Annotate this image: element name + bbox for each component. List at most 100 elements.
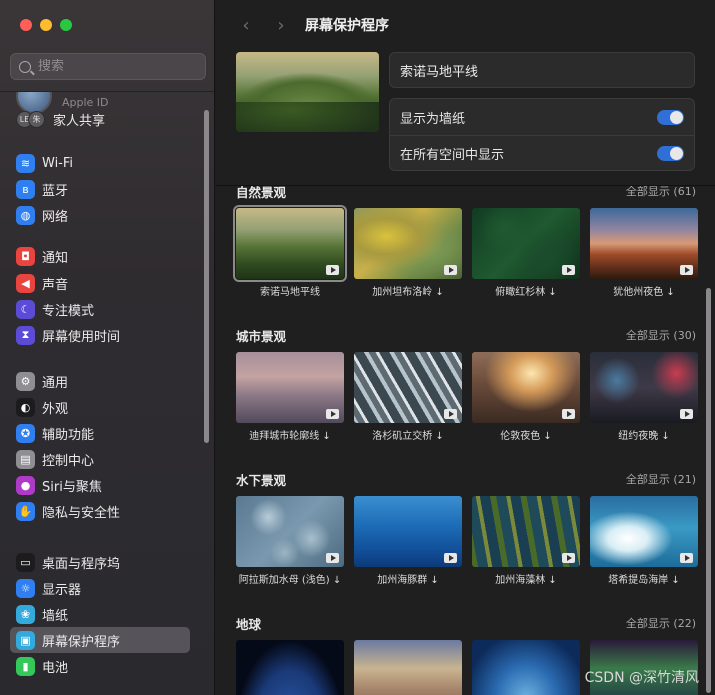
control-center-icon: ▤ bbox=[16, 449, 35, 469]
selected-screensaver-name: 索诺马地平线 bbox=[389, 52, 695, 88]
sidebar-item-speaker[interactable]: ◀ 声音 bbox=[10, 270, 190, 296]
sidebar-item-moon[interactable]: ☾ 专注模式 bbox=[10, 296, 190, 322]
sidebar-item-hourglass[interactable]: ⧗ 屏幕使用时间 bbox=[10, 322, 190, 348]
screensaver-tile[interactable]: 加州海豚群 ↓ bbox=[354, 496, 462, 586]
screensaver-thumbnail[interactable] bbox=[472, 496, 580, 567]
sidebar-item-screensaver[interactable]: ▣ 屏幕保护程序 bbox=[10, 627, 190, 653]
toolbar: ‹ › 屏幕保护程序 bbox=[216, 0, 715, 50]
screensaver-tile[interactable]: 塔希提岛海岸 ↓ bbox=[590, 496, 698, 586]
option-label: 在所有空间中显示 bbox=[400, 148, 505, 163]
sidebar-item-gear[interactable]: ⚙ 通用 bbox=[10, 368, 190, 394]
section-title: 自然景观 bbox=[236, 186, 287, 200]
screensaver-tile[interactable]: 阿拉斯加水母 (浅色) ↓ bbox=[236, 496, 344, 586]
show-as-wallpaper-toggle[interactable] bbox=[657, 109, 684, 125]
screensaver-caption: 加州海藻林 ↓ bbox=[495, 575, 557, 586]
screensaver-thumbnail[interactable] bbox=[590, 352, 698, 423]
option-label: 显示为墙纸 bbox=[400, 111, 466, 127]
show-all-button[interactable]: 全部显示 (61) bbox=[626, 186, 696, 199]
bell-icon: ◘ bbox=[16, 246, 35, 266]
zoom-window-button[interactable] bbox=[60, 19, 72, 31]
screensaver-thumbnail[interactable] bbox=[354, 352, 462, 423]
screensaver-tile[interactable]: 加州坦布洛岭 ↓ bbox=[354, 208, 462, 298]
sidebar-item-hand[interactable]: ✋ 隐私与安全性 bbox=[10, 498, 190, 524]
screensaver-tile[interactable]: 索诺马地平线 bbox=[233, 205, 347, 298]
play-icon bbox=[326, 265, 339, 275]
screensaver-thumbnail[interactable] bbox=[472, 208, 580, 279]
sidebar-item-siri[interactable]: ● Siri与聚焦 bbox=[10, 472, 190, 498]
bluetooth-icon: ʙ bbox=[16, 179, 35, 199]
chevron-left-icon[interactable]: ‹ bbox=[236, 15, 256, 36]
search-input[interactable] bbox=[38, 59, 188, 74]
screensaver-thumbnail[interactable] bbox=[233, 205, 347, 282]
screensaver-caption: 加州坦布洛岭 ↓ bbox=[372, 287, 444, 298]
screensaver-tile[interactable] bbox=[472, 640, 580, 695]
sidebar-item-label: 蓝牙 bbox=[42, 183, 69, 199]
sidebar-item-bell[interactable]: ◘ 通知 bbox=[10, 243, 190, 269]
screensaver-tile[interactable]: 伦敦夜色 ↓ bbox=[472, 352, 580, 442]
play-icon bbox=[444, 553, 457, 563]
sidebar-item-display[interactable]: ☼ 显示器 bbox=[10, 575, 190, 601]
sidebar-item-label: 屏幕保护程序 bbox=[42, 634, 121, 650]
show-all-button[interactable]: 全部显示 (21) bbox=[626, 471, 696, 487]
sidebar-item-control-center[interactable]: ▤ 控制中心 bbox=[10, 446, 190, 472]
screensaver-thumbnail[interactable] bbox=[236, 640, 344, 695]
main-scrollbar[interactable] bbox=[706, 288, 711, 693]
toggle-knob bbox=[670, 147, 683, 160]
chevron-right-icon[interactable]: › bbox=[271, 15, 291, 36]
section-header: 水下景观 全部显示 (21) bbox=[236, 470, 696, 488]
play-icon bbox=[326, 409, 339, 419]
sidebar-item-family-sharing[interactable]: LE 朱 家人共享 bbox=[10, 106, 190, 132]
sidebar-item-wallpaper[interactable]: ❀ 墙纸 bbox=[10, 601, 190, 627]
screensaver-thumbnail[interactable] bbox=[472, 352, 580, 423]
screensaver-caption: 洛杉矶立交桥 ↓ bbox=[372, 431, 444, 442]
play-icon bbox=[562, 409, 575, 419]
family-avatar: 朱 bbox=[28, 110, 45, 128]
screensaver-thumbnail[interactable] bbox=[590, 208, 698, 279]
sidebar-item-globe[interactable]: ◍ 网络 bbox=[10, 202, 190, 228]
sidebar-scrollbar[interactable] bbox=[204, 110, 209, 443]
screensaver-tile[interactable]: 犹他州夜色 ↓ bbox=[590, 208, 698, 298]
screensaver-tile[interactable] bbox=[354, 640, 462, 695]
sidebar-item-bluetooth[interactable]: ʙ 蓝牙 bbox=[10, 176, 190, 202]
sidebar-item-wifi[interactable]: ≋ Wi-Fi bbox=[10, 150, 190, 176]
toggle-knob bbox=[670, 110, 683, 124]
sidebar-item-label: 控制中心 bbox=[42, 453, 95, 469]
screensaver-tile[interactable]: 洛杉矶立交桥 ↓ bbox=[354, 352, 462, 442]
thumbnail-row: 迪拜城市轮廓线 ↓ 洛杉矶立交桥 ↓ 伦敦夜色 ↓ 纽约夜晚 ↓ bbox=[236, 352, 698, 442]
show-all-button[interactable]: 全部显示 (30) bbox=[626, 327, 696, 343]
play-icon bbox=[562, 553, 575, 563]
show-all-button[interactable]: 全部显示 (22) bbox=[626, 615, 696, 631]
screensaver-thumbnail[interactable] bbox=[354, 208, 462, 279]
page-title: 屏幕保护程序 bbox=[305, 18, 389, 34]
sidebar-item-dock[interactable]: ▭ 桌面与程序坞 bbox=[10, 549, 190, 575]
screensaver-tile[interactable]: 迪拜城市轮廓线 ↓ bbox=[236, 352, 344, 442]
close-window-button[interactable] bbox=[20, 19, 32, 31]
screensaver-thumbnail[interactable] bbox=[472, 640, 580, 695]
screensaver-thumbnail[interactable] bbox=[236, 352, 344, 423]
sidebar-item-appearance[interactable]: ◐ 外观 bbox=[10, 394, 190, 420]
screensaver-thumbnail[interactable] bbox=[354, 640, 462, 695]
sidebar-item-label: 辅助功能 bbox=[42, 427, 95, 443]
sidebar-item-label: 家人共享 bbox=[53, 113, 106, 129]
hourglass-icon: ⧗ bbox=[16, 325, 35, 345]
sidebar-item-battery[interactable]: ▮ 电池 bbox=[10, 653, 190, 679]
screensaver-thumbnail[interactable] bbox=[236, 496, 344, 567]
sidebar-item-accessibility[interactable]: ✪ 辅助功能 bbox=[10, 420, 190, 446]
screensaver-tile[interactable]: 加州海藻林 ↓ bbox=[472, 496, 580, 586]
section-title: 水下景观 bbox=[236, 472, 287, 488]
screensaver-tile[interactable]: 纽约夜晚 ↓ bbox=[590, 352, 698, 442]
sidebar-item-label: 墙纸 bbox=[42, 608, 69, 624]
screensaver-thumbnail[interactable] bbox=[590, 496, 698, 567]
screensaver-thumbnail[interactable] bbox=[354, 496, 462, 567]
gallery-section: 城市景观 全部显示 (30) 迪拜城市轮廓线 ↓ 洛杉矶立交桥 ↓ 伦敦夜色 ↓ 纽约夜晚… bbox=[236, 326, 698, 442]
show-on-all-spaces-toggle[interactable] bbox=[657, 146, 684, 161]
screensaver-tile[interactable]: 俯瞰红杉林 ↓ bbox=[472, 208, 580, 298]
window-controls bbox=[20, 19, 72, 31]
search-field[interactable] bbox=[10, 53, 206, 80]
sidebar-item-label: 声音 bbox=[42, 277, 69, 293]
screensaver-caption: 加州海豚群 ↓ bbox=[377, 575, 439, 586]
sidebar-item-label: 桌面与程序坞 bbox=[42, 556, 121, 572]
accessibility-icon: ✪ bbox=[16, 423, 35, 443]
screensaver-tile[interactable] bbox=[236, 640, 344, 695]
minimize-window-button[interactable] bbox=[40, 19, 52, 31]
